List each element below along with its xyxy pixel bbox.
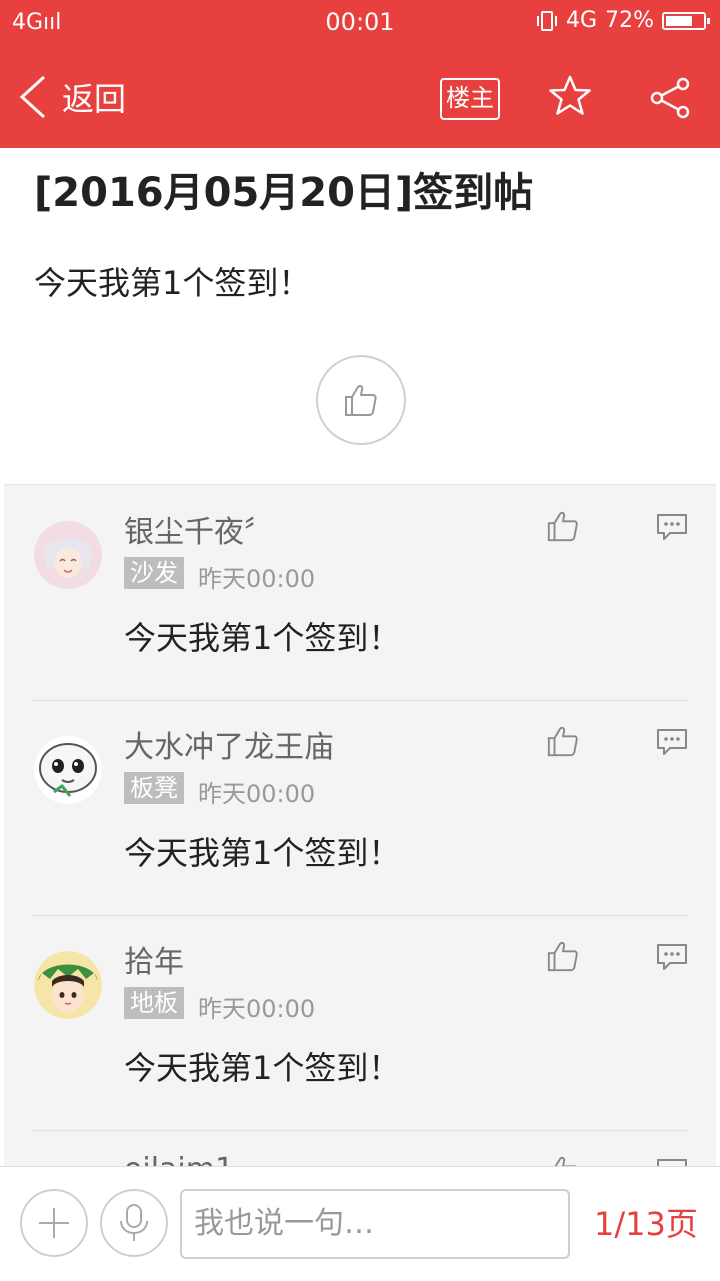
floor-badge: 地板 <box>124 987 184 1019</box>
owner-only-button[interactable]: 楼主 <box>440 78 500 120</box>
status-bar: 4Gııl 00:01 4G 72% <box>0 0 720 48</box>
chevron-left-icon <box>19 75 46 119</box>
floor-badge: 沙发 <box>124 557 184 589</box>
reply-author[interactable]: 银尘千夜〞 <box>124 507 274 551</box>
floor-badge: 板凳 <box>124 772 184 804</box>
reply-item: oilaim1 <box>4 1130 716 1169</box>
thumbs-up-icon[interactable] <box>546 509 580 543</box>
share-icon[interactable] <box>648 76 692 120</box>
reply-item: 银尘千夜〞 沙发 昨天00:00 今天我第1个签到！ <box>4 485 716 700</box>
reply-list: 银尘千夜〞 沙发 昨天00:00 今天我第1个签到！ 大水冲了龙王庙 板凳 昨天… <box>4 484 716 1169</box>
reply-input[interactable]: 我也说一句… <box>180 1189 570 1259</box>
nav-bar: 返回 楼主 <box>0 48 720 148</box>
post-title: [2016月05月20日]签到帖 <box>34 170 534 216</box>
battery-fill <box>666 15 692 26</box>
add-button[interactable] <box>20 1189 88 1257</box>
reply-time: 昨天00:00 <box>198 780 316 808</box>
battery-percent: 72% <box>605 8 654 33</box>
reply-content: 今天我第1个签到！ <box>124 619 401 657</box>
back-label: 返回 <box>62 80 127 118</box>
comment-icon[interactable] <box>656 513 688 541</box>
reply-time: 昨天00:00 <box>198 565 316 593</box>
microphone-icon <box>120 1204 148 1241</box>
comment-icon[interactable] <box>656 943 688 971</box>
reply-author[interactable]: 拾年 <box>124 937 184 981</box>
avatar[interactable] <box>34 736 102 804</box>
voice-button[interactable] <box>100 1189 168 1257</box>
network-type-right: 4G <box>566 8 598 33</box>
bottom-bar: 我也说一句… 1/13页 <box>0 1166 720 1281</box>
like-post-button[interactable] <box>316 355 406 445</box>
avatar[interactable] <box>34 951 102 1019</box>
reply-content: 今天我第1个签到！ <box>124 834 401 872</box>
reply-content: 今天我第1个签到！ <box>124 1049 401 1087</box>
reply-author[interactable]: 大水冲了龙王庙 <box>124 722 334 766</box>
reply-item: 大水冲了龙王庙 板凳 昨天00:00 今天我第1个签到！ <box>4 700 716 915</box>
status-right: 4G 72% <box>536 8 710 33</box>
thumbs-up-icon[interactable] <box>546 939 580 973</box>
post-body: 今天我第1个签到！ <box>34 264 311 302</box>
star-icon[interactable] <box>548 74 592 118</box>
avatar[interactable] <box>34 521 102 589</box>
comment-icon[interactable] <box>656 728 688 756</box>
battery-icon <box>662 11 710 30</box>
thumbs-up-icon[interactable] <box>546 724 580 758</box>
reply-time: 昨天00:00 <box>198 995 316 1023</box>
thumbs-up-icon <box>345 385 377 416</box>
page-indicator[interactable]: 1/13页 <box>594 1199 698 1245</box>
reply-item: 拾年 地板 昨天00:00 今天我第1个签到！ <box>4 915 716 1130</box>
plus-icon <box>39 1208 69 1238</box>
vibrate-icon <box>537 10 558 31</box>
back-button[interactable]: 返回 <box>18 74 126 120</box>
